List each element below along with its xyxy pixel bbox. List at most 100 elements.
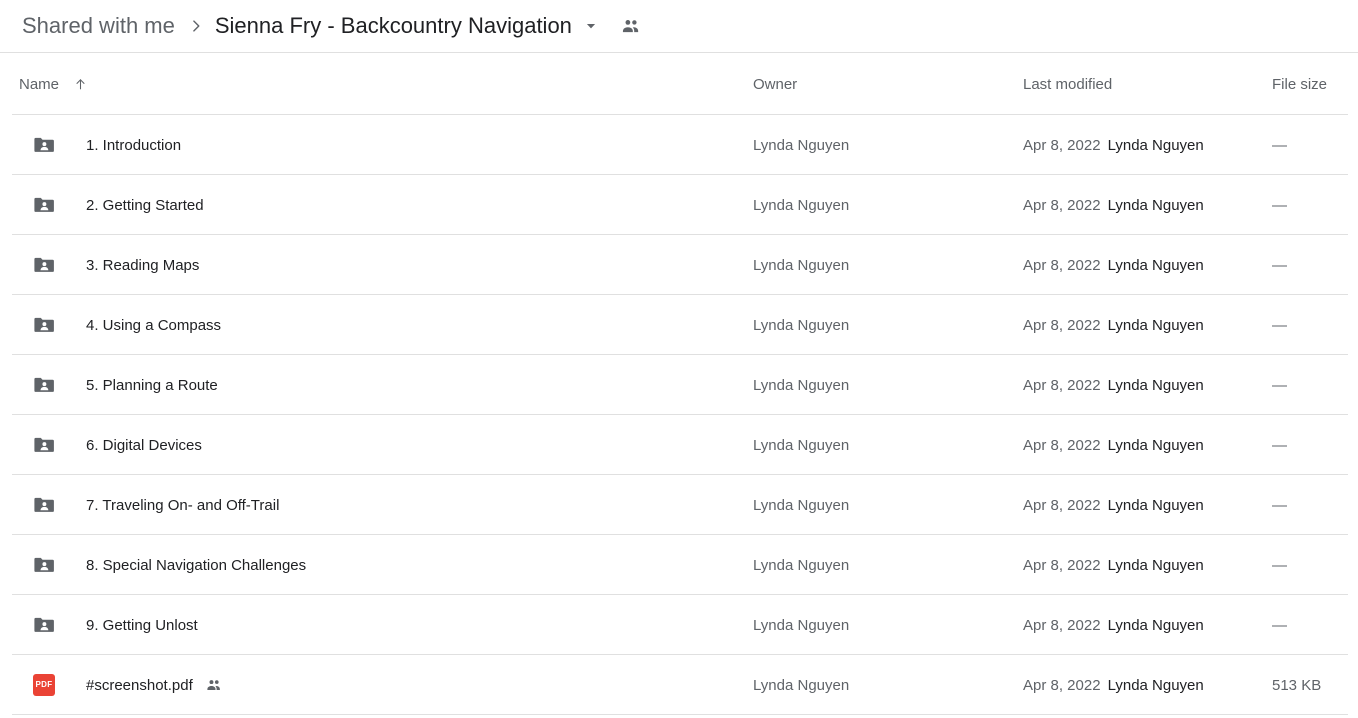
row-last-modified-cell: Apr 8, 2022 Lynda Nguyen — [1023, 475, 1204, 535]
row-file-size-cell: — — [1272, 436, 1287, 454]
row-name-cell[interactable]: 9. Getting Unlost — [32, 595, 198, 655]
row-owner-cell: Lynda Nguyen — [753, 496, 850, 514]
row-modified-date: Apr 8, 2022 — [1023, 436, 1101, 454]
row-file-size-cell: — — [1272, 556, 1287, 574]
table-row[interactable]: 6. Digital Devices Lynda Nguyen Apr 8, 2… — [0, 415, 1358, 475]
row-modified-date: Apr 8, 2022 — [1023, 676, 1101, 694]
row-name-cell[interactable]: 7. Traveling On- and Off-Trail — [32, 475, 279, 535]
row-owner-cell: Lynda Nguyen — [753, 556, 850, 574]
row-name-label: 9. Getting Unlost — [86, 616, 198, 634]
row-modified-by: Lynda Nguyen — [1107, 676, 1204, 694]
row-last-modified-cell: Apr 8, 2022 Lynda Nguyen — [1023, 295, 1204, 355]
row-modified-date: Apr 8, 2022 — [1023, 196, 1101, 214]
shared-folder-icon — [32, 193, 56, 217]
row-modified-by: Lynda Nguyen — [1107, 376, 1204, 394]
row-modified-by: Lynda Nguyen — [1107, 616, 1204, 634]
row-modified-by: Lynda Nguyen — [1107, 496, 1204, 514]
chevron-down-icon[interactable] — [584, 19, 598, 33]
shared-folder-icon — [32, 133, 56, 157]
row-modified-date: Apr 8, 2022 — [1023, 256, 1101, 274]
row-name-label: #screenshot.pdf — [86, 676, 193, 694]
row-name-label: 5. Planning a Route — [86, 376, 218, 394]
row-owner-cell: Lynda Nguyen — [753, 256, 850, 274]
row-name-cell[interactable]: 1. Introduction — [32, 115, 181, 175]
row-last-modified-cell: Apr 8, 2022 Lynda Nguyen — [1023, 355, 1204, 415]
row-last-modified-cell: Apr 8, 2022 Lynda Nguyen — [1023, 655, 1204, 715]
row-modified-by: Lynda Nguyen — [1107, 436, 1204, 454]
table-row[interactable]: 4. Using a Compass Lynda Nguyen Apr 8, 2… — [0, 295, 1358, 355]
row-name-label: 6. Digital Devices — [86, 436, 202, 454]
table-row[interactable]: 3. Reading Maps Lynda Nguyen Apr 8, 2022… — [0, 235, 1358, 295]
row-name-label: 4. Using a Compass — [86, 316, 222, 334]
row-modified-by: Lynda Nguyen — [1107, 556, 1204, 574]
shared-folder-icon — [32, 313, 56, 337]
column-header-name[interactable]: Name — [19, 76, 88, 93]
shared-folder-icon — [32, 613, 56, 637]
row-name-cell[interactable]: PDF #screenshot.pdf — [32, 655, 223, 715]
row-modified-date: Apr 8, 2022 — [1023, 616, 1101, 634]
table-row[interactable]: 9. Getting Unlost Lynda Nguyen Apr 8, 20… — [0, 595, 1358, 655]
row-owner-cell: Lynda Nguyen — [753, 196, 850, 214]
row-file-size-cell: — — [1272, 616, 1287, 634]
table-row[interactable]: 1. Introduction Lynda Nguyen Apr 8, 2022… — [0, 115, 1358, 175]
breadcrumb-current-folder[interactable]: Sienna Fry - Backcountry Navigation — [215, 13, 572, 39]
row-file-size-cell: — — [1272, 256, 1287, 274]
row-owner-cell: Lynda Nguyen — [753, 136, 850, 154]
row-file-size-cell: — — [1272, 496, 1287, 514]
row-owner-cell: Lynda Nguyen — [753, 316, 850, 334]
row-modified-by: Lynda Nguyen — [1107, 256, 1204, 274]
table-row[interactable]: 2. Getting Started Lynda Nguyen Apr 8, 2… — [0, 175, 1358, 235]
table-row[interactable]: 5. Planning a Route Lynda Nguyen Apr 8, … — [0, 355, 1358, 415]
table-row[interactable]: 8. Special Navigation Challenges Lynda N… — [0, 535, 1358, 595]
row-name-label: 2. Getting Started — [86, 196, 204, 214]
row-last-modified-cell: Apr 8, 2022 Lynda Nguyen — [1023, 535, 1204, 595]
column-header-file-size[interactable]: File size — [1272, 76, 1327, 93]
row-modified-date: Apr 8, 2022 — [1023, 376, 1101, 394]
row-file-size-cell: — — [1272, 316, 1287, 334]
row-last-modified-cell: Apr 8, 2022 Lynda Nguyen — [1023, 115, 1204, 175]
column-header-owner[interactable]: Owner — [753, 76, 797, 93]
row-modified-by: Lynda Nguyen — [1107, 196, 1204, 214]
table-row[interactable]: PDF #screenshot.pdf Lynda Nguyen Apr 8, … — [0, 655, 1358, 715]
row-last-modified-cell: Apr 8, 2022 Lynda Nguyen — [1023, 595, 1204, 655]
row-owner-cell: Lynda Nguyen — [753, 616, 850, 634]
row-name-cell[interactable]: 3. Reading Maps — [32, 235, 199, 295]
breadcrumb: Shared with me Sienna Fry - Backcountry … — [0, 0, 1358, 53]
row-name-cell[interactable]: 5. Planning a Route — [32, 355, 218, 415]
row-name-cell[interactable]: 6. Digital Devices — [32, 415, 202, 475]
row-file-size-cell: 513 KB — [1272, 676, 1322, 694]
chevron-right-icon — [187, 17, 205, 35]
row-name-label: 8. Special Navigation Challenges — [86, 556, 307, 574]
row-last-modified-cell: Apr 8, 2022 Lynda Nguyen — [1023, 175, 1204, 235]
row-name-label: 7. Traveling On- and Off-Trail — [86, 496, 280, 514]
row-name-cell[interactable]: 8. Special Navigation Challenges — [32, 535, 306, 595]
pdf-badge-label: PDF — [33, 674, 55, 696]
row-owner-cell: Lynda Nguyen — [753, 376, 850, 394]
shared-folder-icon — [32, 493, 56, 517]
breadcrumb-root-link[interactable]: Shared with me — [22, 13, 175, 39]
people-icon[interactable] — [620, 15, 642, 37]
row-owner-cell: Lynda Nguyen — [753, 676, 850, 694]
row-name-cell[interactable]: 4. Using a Compass — [32, 295, 221, 355]
people-icon[interactable] — [205, 676, 223, 694]
row-name-label: 3. Reading Maps — [86, 256, 200, 274]
row-file-size-cell: — — [1272, 136, 1287, 154]
row-owner-cell: Lynda Nguyen — [753, 436, 850, 454]
row-modified-date: Apr 8, 2022 — [1023, 136, 1101, 154]
column-header-name-label: Name — [19, 75, 60, 93]
row-modified-by: Lynda Nguyen — [1107, 136, 1204, 154]
pdf-file-icon: PDF — [32, 673, 56, 697]
row-name-label: 1. Introduction — [86, 136, 182, 154]
shared-folder-icon — [32, 373, 56, 397]
row-file-size-cell: — — [1272, 196, 1287, 214]
arrow-up-icon[interactable] — [73, 77, 88, 92]
table-row[interactable]: 7. Traveling On- and Off-Trail Lynda Ngu… — [0, 475, 1358, 535]
row-modified-by: Lynda Nguyen — [1107, 316, 1204, 334]
column-header-last-modified[interactable]: Last modified — [1023, 76, 1112, 93]
file-list-table: Name Owner Last modified File size 1. In… — [0, 53, 1358, 715]
row-modified-date: Apr 8, 2022 — [1023, 556, 1101, 574]
row-name-cell[interactable]: 2. Getting Started — [32, 175, 204, 235]
row-last-modified-cell: Apr 8, 2022 Lynda Nguyen — [1023, 235, 1204, 295]
table-header-row: Name Owner Last modified File size — [0, 53, 1358, 115]
row-modified-date: Apr 8, 2022 — [1023, 316, 1101, 334]
